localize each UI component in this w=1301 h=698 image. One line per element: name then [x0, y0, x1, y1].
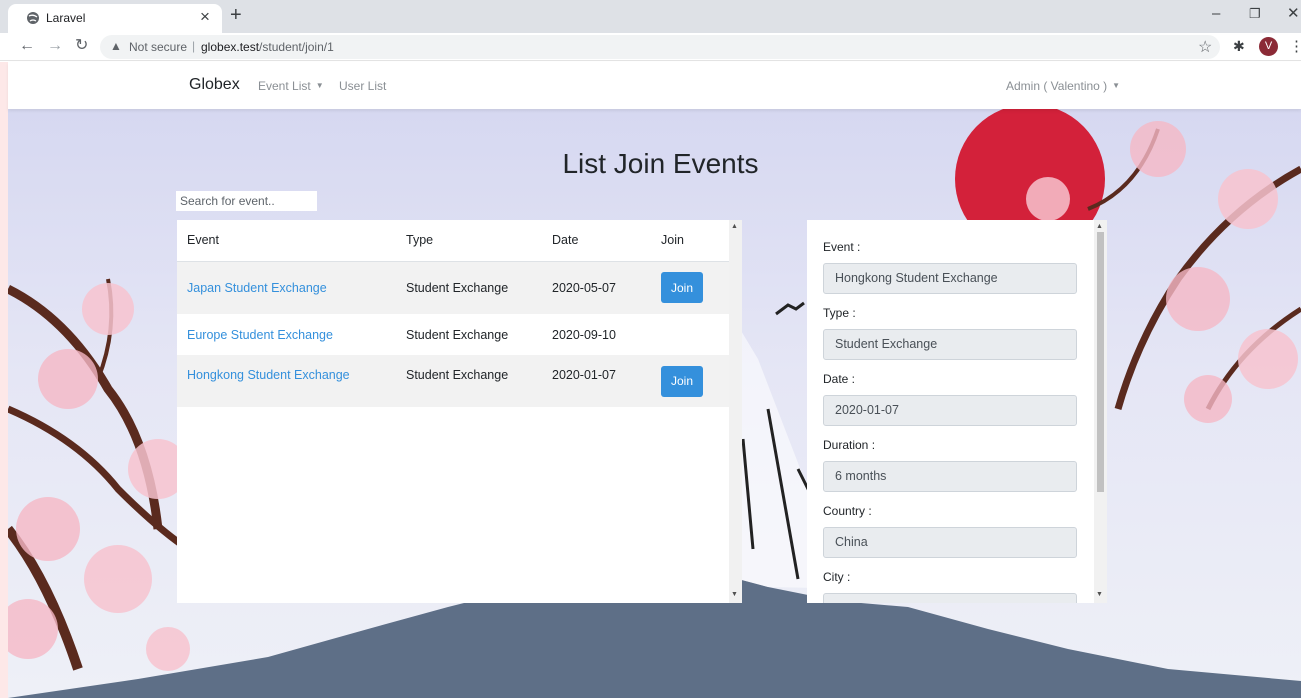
globe-icon — [27, 12, 39, 24]
extensions-puzzle-icon[interactable]: ✱ — [1233, 38, 1245, 55]
browser-toolbar: ← → ↻ ▲ Not secure | globex.test/student… — [0, 33, 1301, 61]
event-field: Hongkong Student Exchange — [823, 263, 1077, 294]
forward-arrow-icon[interactable]: → — [47, 36, 63, 56]
join-button-japan[interactable]: Join — [661, 272, 703, 304]
bookmark-star-icon[interactable]: ☆ — [1198, 37, 1212, 57]
column-header-type: Type — [396, 220, 542, 262]
type-label: Type : — [823, 306, 856, 320]
caret-down-icon: ▼ — [1112, 81, 1121, 90]
back-arrow-icon[interactable]: ← — [19, 36, 35, 56]
table-row: Hongkong Student Exchange Student Exchan… — [177, 355, 729, 407]
table-header-row: Event Type Date Join — [177, 220, 729, 262]
security-label: Not secure — [129, 40, 188, 54]
event-date: 2020-01-07 — [542, 355, 651, 407]
date-label: Date : — [823, 372, 856, 386]
brand-logo[interactable]: Globex — [189, 76, 240, 94]
url-text: globex.test/student/join/1 — [201, 40, 334, 54]
restore-icon[interactable]: ❐ — [1249, 4, 1261, 24]
new-tab-icon[interactable]: + — [230, 3, 242, 27]
event-link-japan[interactable]: Japan Student Exchange — [187, 281, 327, 295]
event-link-hongkong[interactable]: Hongkong Student Exchange — [187, 368, 350, 382]
close-icon[interactable]: × — [200, 7, 210, 27]
browser-tab[interactable]: Laravel × — [8, 4, 222, 33]
duration-field: 6 months — [823, 461, 1077, 492]
events-table-panel: Event Type Date Join Japan Student Excha… — [177, 220, 729, 603]
duration-label: Duration : — [823, 438, 876, 452]
nav-user-list[interactable]: User List — [339, 79, 386, 93]
browser-menu-icon[interactable]: ⋮ — [1289, 37, 1301, 55]
warning-icon: ▲ — [110, 39, 122, 53]
column-header-date: Date — [542, 220, 651, 262]
scrollbar-thumb[interactable] — [1097, 232, 1104, 492]
city-label: City : — [823, 570, 851, 584]
app-navbar: Globex Event List ▼ User List Admin ( Val… — [8, 62, 1301, 109]
city-field — [823, 593, 1077, 603]
window-close-icon[interactable]: ✕ — [1287, 4, 1300, 24]
country-field: China — [823, 527, 1077, 558]
scroll-up-arrow-icon[interactable]: ▲ — [731, 223, 738, 230]
event-date: 2020-09-10 — [552, 327, 616, 342]
browser-tab-strip: Laravel × + – ❐ ✕ — [0, 0, 1301, 33]
search-input[interactable] — [176, 191, 317, 211]
column-header-join: Join — [651, 220, 729, 262]
scroll-up-arrow-icon[interactable]: ▲ — [1096, 223, 1103, 230]
scroll-down-arrow-icon[interactable]: ▼ — [731, 591, 738, 598]
event-type: Student Exchange — [406, 327, 509, 342]
join-cell-empty — [651, 314, 729, 355]
page-title: List Join Events — [562, 148, 759, 179]
url-separator: | — [192, 39, 196, 53]
caret-down-icon: ▼ — [315, 81, 324, 90]
event-type: Student Exchange — [396, 261, 542, 314]
bird — [775, 301, 805, 316]
detail-scrollbar[interactable]: ▲ ▼ — [1094, 220, 1107, 603]
table-scrollbar[interactable]: ▲ ▼ — [729, 220, 742, 603]
user-menu-dropdown[interactable]: Admin ( Valentino ) ▼ — [1006, 79, 1120, 93]
table-row: Japan Student Exchange Student Exchange … — [177, 261, 729, 314]
date-field: 2020-01-07 — [823, 395, 1077, 426]
type-field: Student Exchange — [823, 329, 1077, 360]
join-button-hongkong[interactable]: Join — [661, 365, 703, 397]
country-label: Country : — [823, 504, 872, 518]
event-detail-panel: Event : Hongkong Student Exchange Type :… — [807, 220, 1094, 603]
minimize-icon[interactable]: – — [1212, 4, 1220, 24]
table-row: Europe Student Exchange Student Exchange… — [177, 314, 729, 355]
left-cherry-branch — [8, 278, 190, 671]
events-table: Event Type Date Join Japan Student Excha… — [177, 220, 729, 407]
event-date: 2020-05-07 — [542, 261, 651, 314]
reload-icon[interactable]: ↻ — [75, 36, 88, 56]
scroll-down-arrow-icon[interactable]: ▼ — [1096, 591, 1103, 598]
event-label: Event : — [823, 240, 861, 254]
tab-title: Laravel — [46, 11, 86, 25]
event-link-europe[interactable]: Europe Student Exchange — [187, 328, 333, 342]
nav-event-list[interactable]: Event List ▼ — [258, 79, 324, 93]
column-header-event: Event — [177, 220, 396, 262]
profile-avatar[interactable]: V — [1259, 37, 1278, 56]
event-type: Student Exchange — [396, 355, 542, 407]
address-bar[interactable]: ▲ Not secure | globex.test/student/join/… — [100, 35, 1220, 59]
